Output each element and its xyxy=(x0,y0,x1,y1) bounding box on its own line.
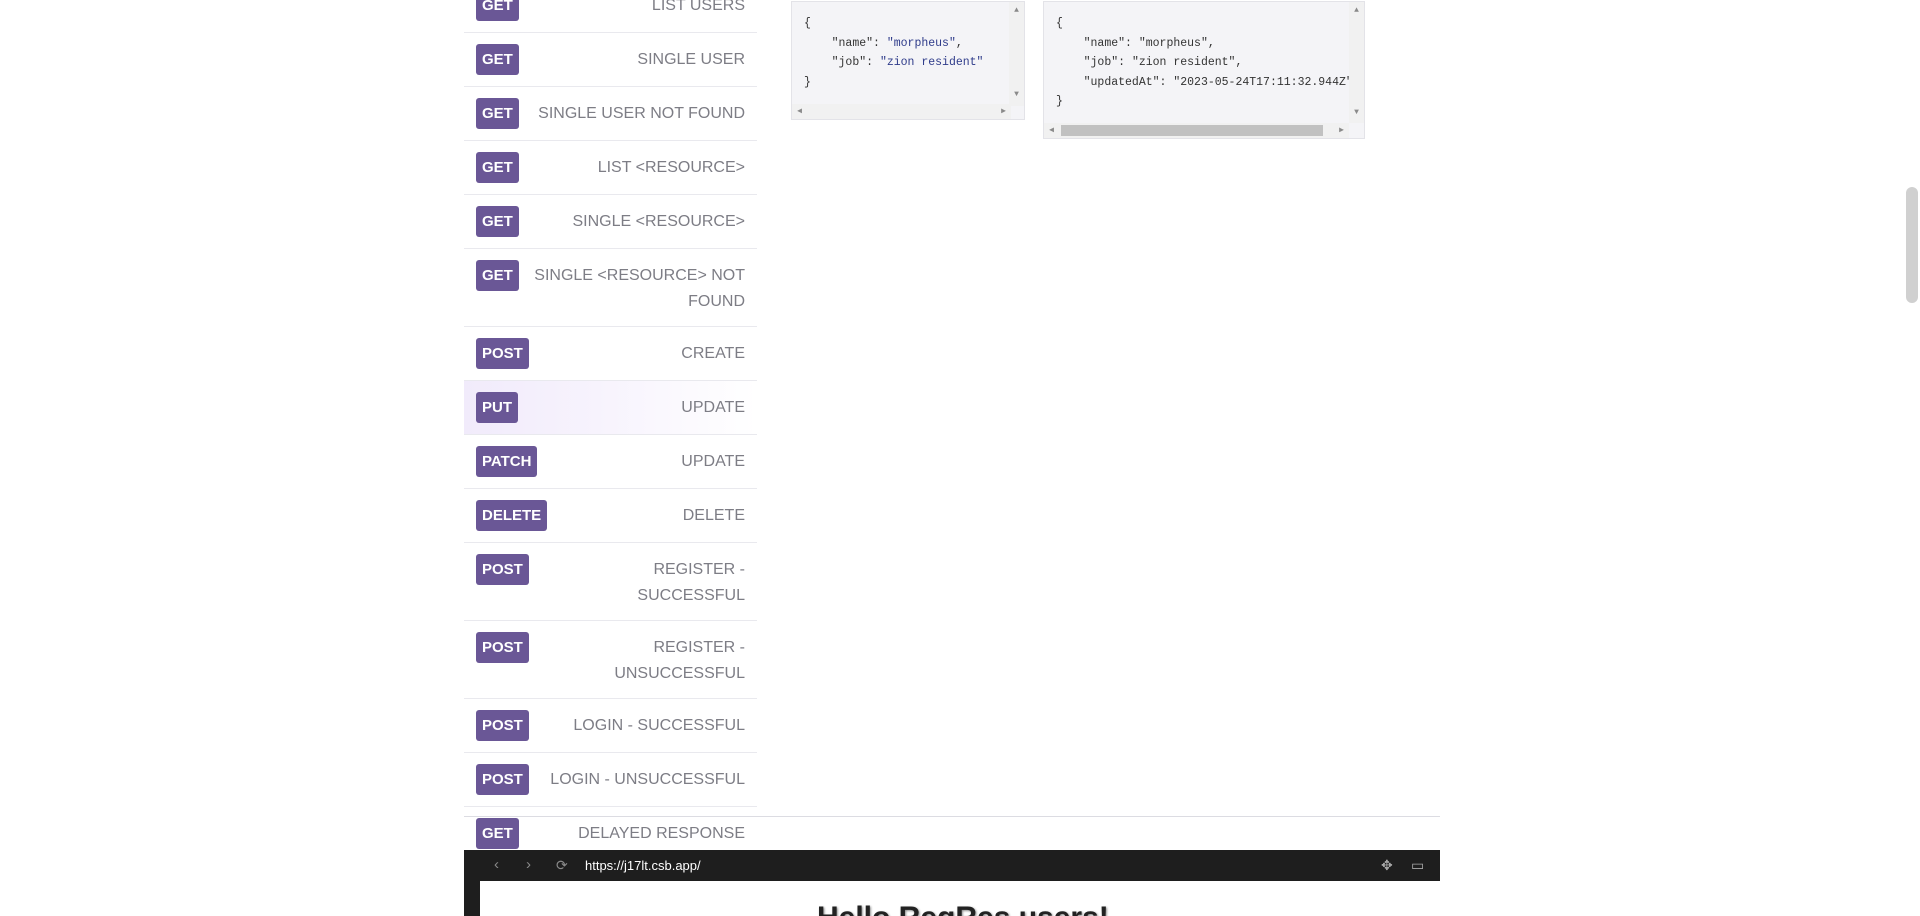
method-badge: POST xyxy=(476,338,529,369)
endpoint-name: CREATE xyxy=(681,345,745,362)
endpoint-name: LIST USERS xyxy=(651,0,745,14)
endpoint-name: DELETE xyxy=(682,507,745,524)
scroll-up-icon[interactable]: ▲ xyxy=(1349,6,1364,16)
scroll-left-icon[interactable]: ◀ xyxy=(792,107,807,117)
method-badge: POST xyxy=(476,554,529,585)
page-scrollbar[interactable] xyxy=(1905,0,1920,916)
endpoint-name: SINGLE USER NOT FOUND xyxy=(538,105,745,122)
request-vertical-scrollbar[interactable]: ▲ ▼ xyxy=(1009,2,1024,106)
method-badge: POST xyxy=(476,632,529,663)
response-body-code: { "name": "morpheus", "job": "zion resid… xyxy=(1056,17,1349,108)
endpoint-row[interactable]: PATCH UPDATE xyxy=(464,435,757,489)
scroll-down-icon[interactable]: ▼ xyxy=(1349,108,1364,118)
endpoint-row[interactable]: POST REGISTER - SUCCESSFUL xyxy=(464,543,757,621)
endpoint-row[interactable]: DELETE DELETE xyxy=(464,489,757,543)
method-badge: GET xyxy=(476,152,519,183)
endpoint-list: GET LIST USERS GET SINGLE USER GET SINGLE USE… xyxy=(464,0,757,861)
request-body-pane[interactable]: { "name": "morpheus", "job": "zion resid… xyxy=(791,1,1025,120)
preview-heading: Hello ReqRes users! xyxy=(817,901,1109,916)
method-badge: GET xyxy=(476,818,519,849)
page-scroll-thumb[interactable] xyxy=(1906,187,1918,303)
scroll-down-icon[interactable]: ▼ xyxy=(1009,90,1024,100)
scroll-left-icon[interactable]: ◀ xyxy=(1044,126,1059,136)
endpoint-row[interactable]: GET SINGLE USER NOT FOUND xyxy=(464,87,757,141)
horizontal-scroll-thumb[interactable] xyxy=(1061,125,1323,136)
expand-icon[interactable]: ✥ xyxy=(1381,857,1393,873)
response-horizontal-scrollbar[interactable]: ◀ ▶ xyxy=(1044,123,1349,138)
endpoint-row[interactable]: GET SINGLE <RESOURCE> NOT FOUND xyxy=(464,249,757,327)
endpoint-name: SINGLE <RESOURCE> NOT FOUND xyxy=(534,267,745,310)
method-badge: GET xyxy=(476,98,519,129)
endpoint-row[interactable]: POST LOGIN - UNSUCCESSFUL xyxy=(464,753,757,807)
browser-url[interactable]: https://j17lt.csb.app/ xyxy=(585,858,701,873)
method-badge: PATCH xyxy=(476,446,538,477)
reload-icon[interactable]: ⟳ xyxy=(556,856,568,874)
window-icon[interactable]: ▭ xyxy=(1411,857,1424,873)
endpoint-name: LOGIN - UNSUCCESSFUL xyxy=(550,771,745,788)
chevron-left-icon[interactable]: ‹ xyxy=(494,856,499,874)
response-body-pane[interactable]: { "name": "morpheus", "job": "zion resid… xyxy=(1043,1,1365,139)
endpoint-row[interactable]: POST REGISTER - UNSUCCESSFUL xyxy=(464,621,757,699)
method-badge: GET xyxy=(476,206,519,237)
method-badge: DELETE xyxy=(476,500,548,531)
endpoint-row[interactable]: GET SINGLE <RESOURCE> xyxy=(464,195,757,249)
method-badge: GET xyxy=(476,44,519,75)
browser-toolbar: ‹ › ⟳ https://j17lt.csb.app/ ✥ ▭ xyxy=(464,850,1440,881)
section-divider xyxy=(464,816,1440,817)
browser-viewport: Hello ReqRes users! xyxy=(480,881,1440,916)
endpoint-name: SINGLE USER xyxy=(637,51,745,68)
request-body-code: { "name": "morpheus", "job": "zion resid… xyxy=(804,17,984,89)
response-vertical-scrollbar[interactable]: ▲ ▼ xyxy=(1349,2,1364,123)
endpoint-row[interactable]: POST LOGIN - SUCCESSFUL xyxy=(464,699,757,753)
endpoint-name: SINGLE <RESOURCE> xyxy=(572,213,746,230)
embedded-browser: ‹ › ⟳ https://j17lt.csb.app/ ✥ ▭ Hello R… xyxy=(464,850,1440,916)
endpoint-name: LOGIN - SUCCESSFUL xyxy=(573,717,745,734)
chevron-right-icon[interactable]: › xyxy=(526,856,531,874)
endpoint-name: DELAYED RESPONSE xyxy=(578,825,745,842)
scroll-up-icon[interactable]: ▲ xyxy=(1009,6,1024,16)
page: GET LIST USERS GET SINGLE USER GET SINGLE USE… xyxy=(0,0,1920,916)
method-badge: POST xyxy=(476,764,529,795)
scroll-right-icon[interactable]: ▶ xyxy=(1334,126,1349,136)
endpoint-name: LIST <RESOURCE> xyxy=(597,159,745,176)
method-badge: PUT xyxy=(476,392,518,423)
endpoint-row[interactable]: GET LIST <RESOURCE> xyxy=(464,141,757,195)
endpoint-row[interactable]: POST CREATE xyxy=(464,327,757,381)
endpoint-name: UPDATE xyxy=(681,453,745,470)
method-badge: GET xyxy=(476,0,519,21)
request-horizontal-scrollbar[interactable]: ◀ ▶ xyxy=(792,104,1011,119)
method-badge: POST xyxy=(476,710,529,741)
endpoint-name: REGISTER - UNSUCCESSFUL xyxy=(614,639,745,682)
endpoint-name: UPDATE xyxy=(681,399,745,416)
scroll-right-icon[interactable]: ▶ xyxy=(996,107,1011,117)
endpoint-row[interactable]: PUT UPDATE xyxy=(464,381,757,435)
endpoint-row[interactable]: GET LIST USERS xyxy=(464,0,757,33)
method-badge: GET xyxy=(476,260,519,291)
endpoint-row[interactable]: GET SINGLE USER xyxy=(464,33,757,87)
endpoint-name: REGISTER - SUCCESSFUL xyxy=(637,561,745,604)
